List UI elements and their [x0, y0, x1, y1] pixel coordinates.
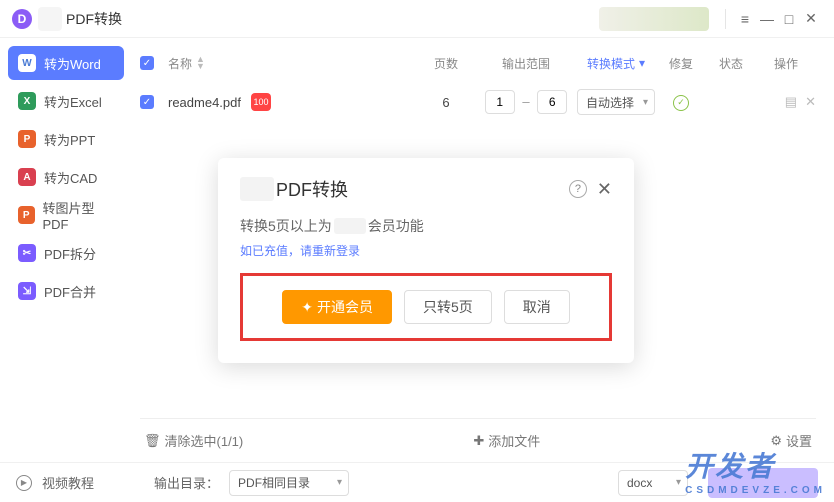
modal-message: 转换5页以上为会员功能 [240, 216, 612, 236]
trash-icon: 🗑 [144, 433, 161, 449]
header-status: 状态 [706, 55, 756, 72]
modal-title: PDF转换 [276, 176, 569, 202]
badge-icon: 100 [251, 93, 271, 111]
filename: readme4.pdf [168, 95, 241, 110]
sidebar-icon: ✂ [18, 244, 36, 262]
maximize-button[interactable]: □ [778, 8, 800, 30]
range-from-input[interactable] [485, 90, 515, 114]
modal-sublink: 如已充值，请重新登录 [240, 242, 612, 259]
sidebar-item-label: PDF合并 [44, 282, 96, 301]
sidebar-item-label: 转图片型PDF [43, 198, 115, 232]
folder-icon[interactable]: ▤ [785, 94, 797, 110]
range-to-input[interactable] [537, 90, 567, 114]
sidebar-item-0[interactable]: W 转为Word [8, 46, 124, 80]
sidebar-item-5[interactable]: ✂ PDF拆分 [8, 236, 124, 270]
app-title: PDF转换 [66, 9, 122, 29]
mode-select[interactable]: 自动选择 [577, 89, 655, 115]
sort-icon[interactable]: ▲▼ [196, 56, 205, 70]
row-checkbox[interactable]: ✓ [140, 95, 154, 109]
blurred-region [38, 7, 62, 31]
sidebar-item-label: 转为CAD [44, 168, 97, 187]
repair-check-icon[interactable]: ✓ [673, 95, 689, 111]
chevron-down-icon: ▾ [639, 56, 645, 70]
output-dir-label: 输出目录： [154, 473, 219, 492]
header-name: 名称 [168, 55, 192, 72]
footer: ▶ 视频教程 输出目录： PDF相同目录 docx [0, 462, 834, 502]
upgrade-button[interactable]: ✦开通会员 [282, 290, 392, 324]
header-action: 操作 [756, 55, 816, 72]
minimize-button[interactable]: — [756, 8, 778, 30]
app-logo: D [12, 9, 32, 29]
delete-icon[interactable]: ✕ [805, 94, 816, 110]
sidebar-icon: ⇲ [18, 282, 36, 300]
help-icon[interactable]: ? [569, 180, 587, 198]
sidebar-item-label: 转为Word [44, 54, 101, 73]
table-row: ✓ readme4.pdf 100 6 – 自动选择 ✓ ▤ ✕ [140, 80, 816, 124]
format-select[interactable]: docx [618, 470, 688, 496]
select-all-checkbox[interactable]: ✓ [140, 56, 154, 70]
tutorial-link[interactable]: 视频教程 [42, 473, 94, 492]
sidebar-item-2[interactable]: P 转为PPT [8, 122, 124, 156]
sidebar-icon: X [18, 92, 36, 110]
gear-icon: ⚙ [770, 433, 782, 449]
vip-icon: ✦ [301, 299, 313, 316]
blurred-region [599, 7, 709, 31]
blurred-region [334, 218, 366, 234]
relogin-link[interactable]: 请重新登录 [300, 244, 360, 258]
page-count: 6 [416, 95, 476, 110]
plus-icon: ✚ [473, 433, 484, 449]
sidebar-icon: P [18, 130, 36, 148]
modal-close-button[interactable]: ✕ [597, 179, 612, 200]
sidebar-item-3[interactable]: A 转为CAD [8, 160, 124, 194]
sidebar-item-label: 转为PPT [44, 130, 95, 149]
list-footer: 🗑 清除选中(1/1) ✚添加文件 ⚙设置 [140, 418, 816, 462]
convert-button[interactable] [708, 468, 818, 498]
sidebar-item-6[interactable]: ⇲ PDF合并 [8, 274, 124, 308]
sidebar-icon: W [18, 54, 36, 72]
clear-selected-link[interactable]: 清除选中(1/1) [165, 431, 244, 450]
close-button[interactable]: ✕ [800, 8, 822, 30]
titlebar: D PDF转换 ≡ — □ ✕ [0, 0, 834, 38]
convert-5-button[interactable]: 只转5页 [404, 290, 492, 324]
header-pages: 页数 [416, 55, 476, 72]
table-header: ✓ 名称 ▲▼ 页数 输出范围 转换模式▾ 修复 状态 操作 [140, 46, 816, 80]
output-dir-select[interactable]: PDF相同目录 [229, 470, 349, 496]
sidebar-item-4[interactable]: P 转图片型PDF [8, 198, 124, 232]
header-range: 输出范围 [476, 55, 576, 72]
sidebar-item-1[interactable]: X 转为Excel [8, 84, 124, 118]
modal-button-row: ✦开通会员 只转5页 取消 [240, 273, 612, 341]
range-dash: – [522, 94, 529, 109]
settings-link[interactable]: ⚙设置 [770, 431, 812, 450]
sidebar-icon: P [18, 206, 35, 224]
sidebar: W 转为Word X 转为Excel P 转为PPT A 转为CAD P 转图片型PDF ✂ PDF拆… [0, 38, 132, 462]
add-file-link[interactable]: ✚添加文件 [473, 431, 540, 450]
header-repair: 修复 [656, 55, 706, 72]
sidebar-icon: A [18, 168, 36, 186]
menu-button[interactable]: ≡ [734, 8, 756, 30]
play-icon: ▶ [16, 475, 32, 491]
sidebar-item-label: PDF拆分 [44, 244, 96, 263]
upgrade-modal: PDF转换 ? ✕ 转换5页以上为会员功能 如已充值，请重新登录 ✦开通会员 只… [218, 158, 634, 363]
sidebar-item-label: 转为Excel [44, 92, 102, 111]
blurred-region [240, 177, 274, 201]
cancel-button[interactable]: 取消 [504, 290, 570, 324]
header-mode[interactable]: 转换模式▾ [576, 55, 656, 72]
